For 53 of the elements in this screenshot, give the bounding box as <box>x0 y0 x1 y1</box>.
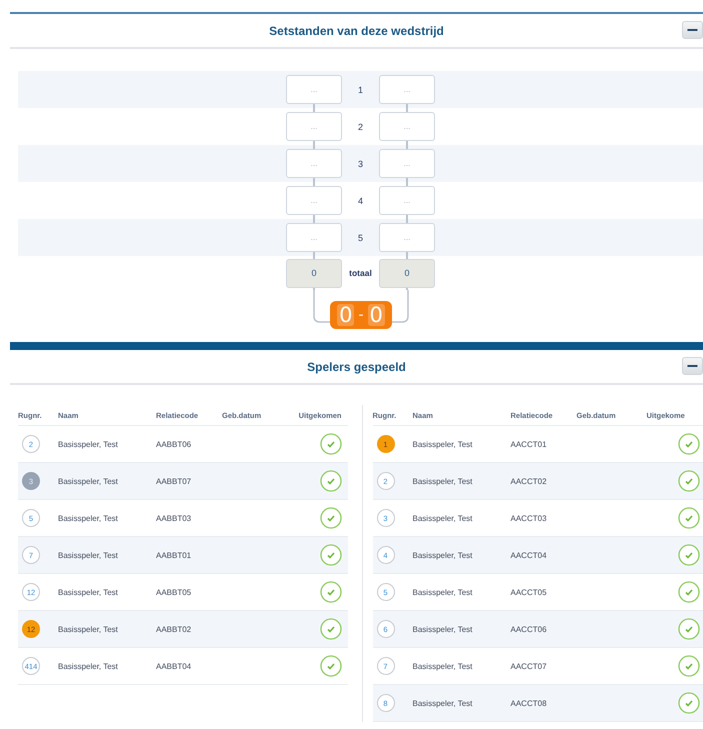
player-name: Basisspeler, Test <box>58 476 119 486</box>
relation-code: AACCT08 <box>510 698 548 708</box>
set-number: 3 <box>356 158 364 168</box>
score-input[interactable]: ... <box>286 186 342 215</box>
set-number: 2 <box>356 122 364 132</box>
score-input[interactable]: ... <box>379 186 435 215</box>
player-name: Basisspeler, Test <box>58 550 119 560</box>
relation-code: AABBT06 <box>156 440 192 448</box>
panel-title: Spelers gespeeld <box>307 360 406 374</box>
score-input[interactable]: ... <box>379 223 435 252</box>
relation-code: AABBT05 <box>156 588 192 596</box>
set-number: 4 <box>356 196 364 206</box>
relation-code: AACCT05 <box>510 588 548 596</box>
score-input[interactable]: ... <box>286 75 342 104</box>
player-name: Basisspeler, Test <box>412 698 474 708</box>
panel-title: Setstanden van deze wedstrijd <box>269 24 444 38</box>
relation-code: AACCT01 <box>510 440 548 448</box>
player-name: Basisspeler, Test <box>412 550 474 560</box>
score-input[interactable]: ... <box>286 112 342 141</box>
score-input[interactable]: ... <box>379 112 435 141</box>
player-name: Basisspeler, Test <box>412 624 474 634</box>
total-score: 0 <box>286 258 342 288</box>
score-input[interactable]: ... <box>379 149 435 178</box>
relation-code: AABBT02 <box>156 624 192 634</box>
set-number: 1 <box>356 84 364 94</box>
relation-code: AACCT02 <box>510 476 548 486</box>
player-name: Basisspeler, Test <box>58 588 119 596</box>
player-name: Basisspeler, Test <box>412 514 474 522</box>
relation-code: AABBT04 <box>156 662 192 670</box>
relation-code: AACCT06 <box>510 624 548 634</box>
collapse-button[interactable]: − <box>682 357 703 375</box>
score-input[interactable]: ... <box>379 75 435 104</box>
player-name: Basisspeler, Test <box>412 476 474 486</box>
relation-code: AABBT01 <box>156 550 192 560</box>
relation-code: AABBT03 <box>156 514 192 522</box>
player-name: Basisspeler, Test <box>58 624 119 634</box>
player-name: Basisspeler, Test <box>58 440 119 448</box>
score-input[interactable]: ... <box>286 149 342 178</box>
player-name: Basisspeler, Test <box>412 662 474 670</box>
collapse-button[interactable]: − <box>682 21 703 39</box>
relation-code: AACCT03 <box>510 514 548 522</box>
relation-code: AABBT07 <box>156 476 192 486</box>
player-name: Basisspeler, Test <box>412 588 474 596</box>
relation-code: AACCT07 <box>510 662 548 670</box>
total-label: totaal <box>348 268 373 278</box>
player-name: Basisspeler, Test <box>58 514 119 522</box>
player-name: Basisspeler, Test <box>58 662 119 670</box>
score-input[interactable]: ... <box>286 223 342 252</box>
relation-code: AACCT04 <box>510 550 548 560</box>
player-name: Basisspeler, Test <box>412 440 474 448</box>
set-number: 5 <box>356 232 364 242</box>
match-score: 0 - 0 <box>330 301 392 329</box>
total-score: 0 <box>379 258 435 288</box>
